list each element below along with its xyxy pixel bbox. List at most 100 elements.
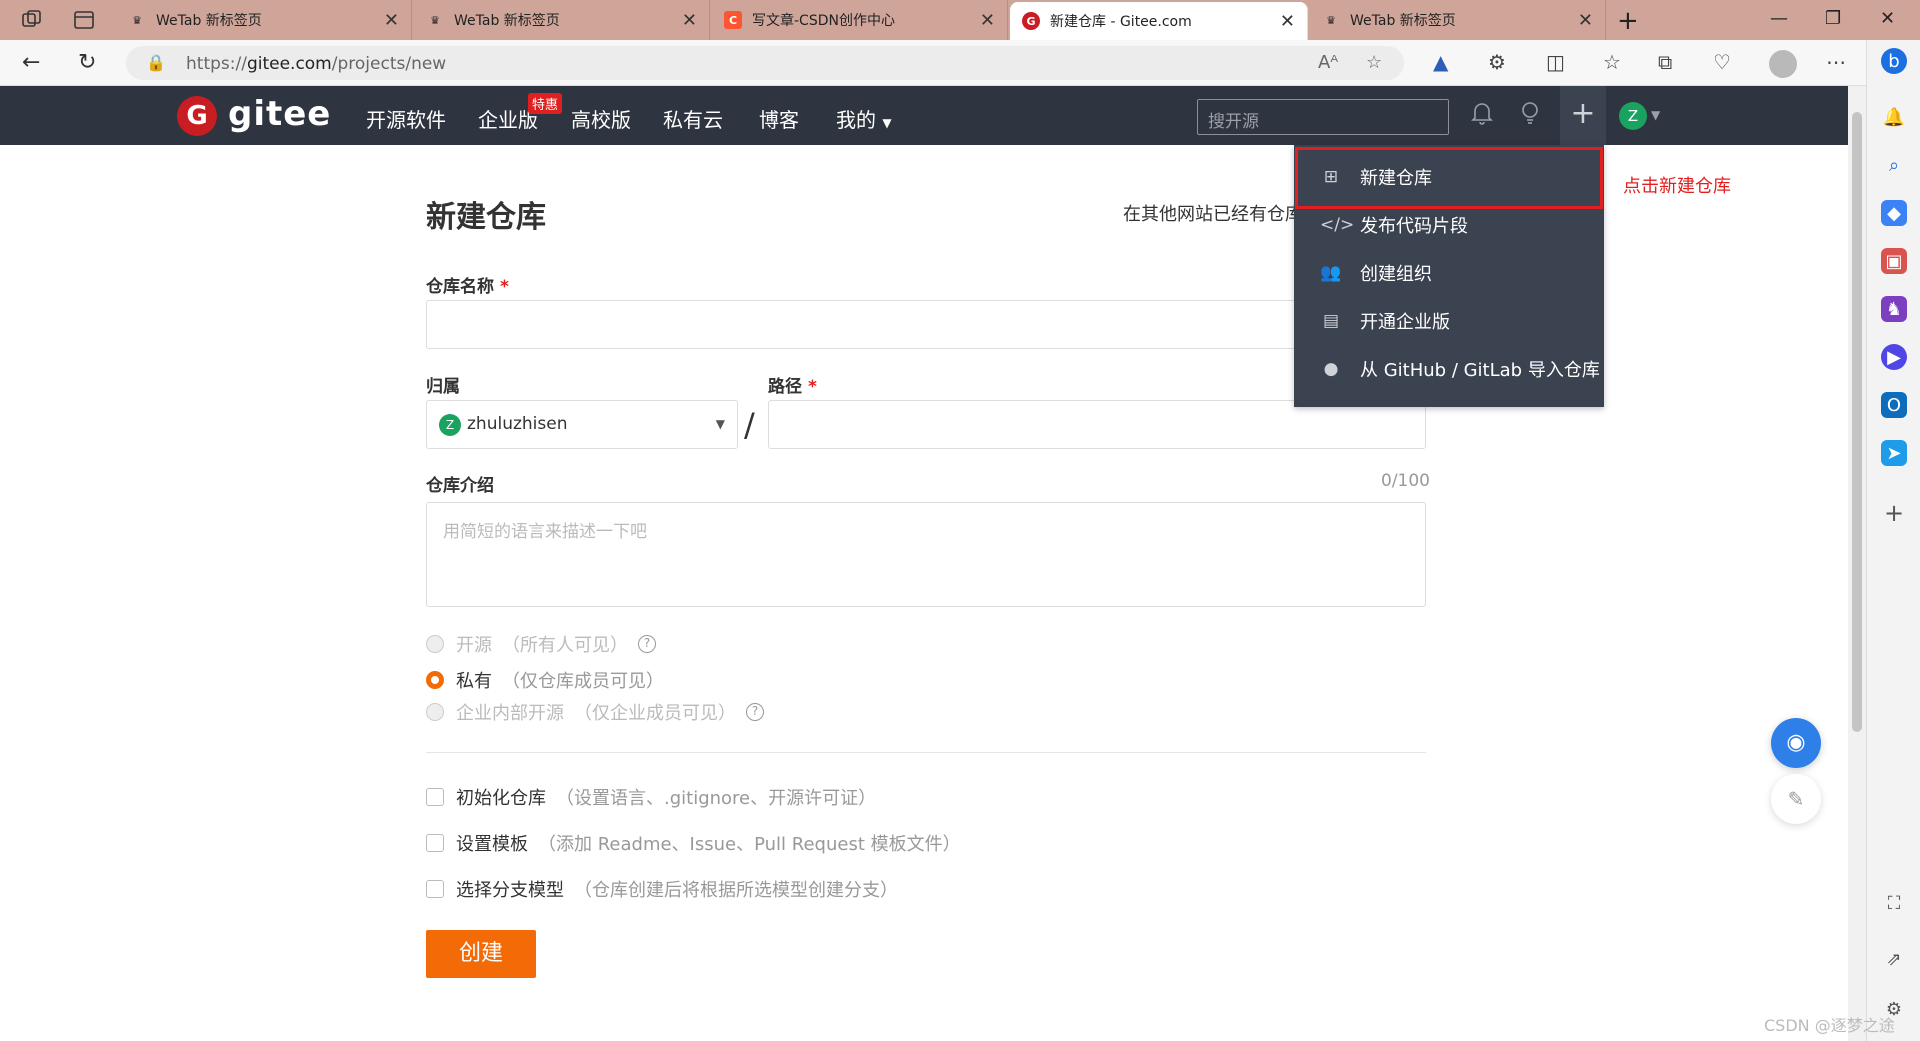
address-bar[interactable]: 🔒 https://gitee.com/projects/new Aᴬ ☆: [126, 46, 1404, 80]
visibility-internal[interactable]: 企业内部开源 （仅企业成员可见） ?: [426, 699, 764, 725]
visibility-public[interactable]: 开源 （所有人可见） ?: [426, 631, 656, 657]
radio-button-selected[interactable]: [426, 671, 444, 689]
checkbox-label: 选择分支模型: [456, 880, 564, 901]
browser-tab[interactable]: ♛ WeTab 新标签页 ✕: [1310, 0, 1606, 40]
minimize-icon[interactable]: —: [1770, 8, 1788, 29]
nav-education[interactable]: 高校版: [571, 104, 631, 133]
checkbox[interactable]: [426, 788, 444, 806]
tools-icon[interactable]: ▣: [1881, 248, 1907, 274]
page-scrollbar[interactable]: [1848, 86, 1866, 1041]
favorite-star-icon[interactable]: ☆: [1366, 52, 1382, 73]
intro-textarea[interactable]: 用简短的语言来描述一下吧: [426, 502, 1426, 607]
bing-copilot-icon[interactable]: b: [1881, 48, 1907, 74]
highlight-box: [1295, 147, 1603, 209]
notification-bell-icon[interactable]: 🔔: [1881, 104, 1907, 130]
screenshot-icon[interactable]: ⛶: [1881, 890, 1907, 916]
plus-menu-button[interactable]: +: [1560, 86, 1606, 145]
outlook-icon[interactable]: O: [1881, 392, 1907, 418]
browser-toolbar: ← ↻ 🔒 https://gitee.com/projects/new Aᴬ …: [0, 40, 1920, 86]
option-init-repo[interactable]: 初始化仓库 （设置语言、.gitignore、开源许可证）: [426, 784, 876, 810]
repo-name-input[interactable]: [426, 300, 1426, 349]
nav-opensource[interactable]: 开源软件: [366, 104, 446, 133]
nav-private-cloud[interactable]: 私有云: [663, 104, 723, 133]
copilot-app-icon[interactable]: ▶: [1881, 344, 1907, 370]
scrollbar-thumb[interactable]: [1852, 112, 1862, 732]
favorites-icon[interactable]: ☆: [1603, 50, 1621, 74]
option-branch-model[interactable]: 选择分支模型 （仓库创建后将根据所选模型创建分支）: [426, 876, 898, 902]
annotation-text: 点击新建仓库: [1623, 176, 1731, 197]
extensions-puzzle-icon[interactable]: ⚙: [1488, 50, 1506, 74]
new-tab-icon[interactable]: +: [1617, 6, 1639, 36]
create-button[interactable]: 创建: [426, 930, 536, 978]
add-sidebar-app-icon[interactable]: +: [1881, 499, 1907, 527]
intro-label: 仓库介绍: [426, 476, 494, 496]
drop-icon[interactable]: ➤: [1881, 440, 1907, 466]
split-screen-icon[interactable]: ◫: [1546, 50, 1565, 74]
lightbulb-icon[interactable]: [1518, 100, 1542, 132]
gitee-logo-text[interactable]: gitee: [228, 94, 331, 134]
search-icon[interactable]: ⌕: [1881, 152, 1907, 178]
menu-create-org[interactable]: 👥 创建组织: [1294, 249, 1604, 297]
owner-select[interactable]: Z zhuluzhisen ▼: [426, 400, 738, 449]
nav-mine[interactable]: 我的 ▼: [836, 104, 892, 133]
radio-button[interactable]: [426, 635, 444, 653]
read-aloud-icon[interactable]: Aᴬ: [1318, 52, 1338, 73]
close-icon[interactable]: ✕: [980, 10, 995, 31]
help-icon[interactable]: ?: [746, 703, 764, 721]
checkbox-label: 初始化仓库: [456, 788, 546, 809]
github-icon: ●: [1323, 359, 1339, 379]
code-icon: </>: [1320, 215, 1355, 235]
browser-tab[interactable]: C 写文章-CSDN创作中心 ✕: [712, 0, 1008, 40]
gitee-logo-icon[interactable]: G: [177, 96, 217, 136]
import-link[interactable]: 在其他网站已经有仓库: [1123, 200, 1303, 226]
wetab-icon: ♛: [132, 13, 142, 27]
menu-enterprise[interactable]: ▤ 开通企业版: [1294, 297, 1604, 345]
close-icon[interactable]: ✕: [1578, 10, 1593, 31]
tab-actions-icon[interactable]: [72, 8, 96, 32]
assistant-float-button[interactable]: ◉: [1771, 718, 1821, 768]
workspaces-icon[interactable]: [20, 8, 44, 32]
tab-title: 新建仓库 - Gitee.com: [1050, 14, 1192, 30]
back-icon[interactable]: ←: [22, 50, 40, 75]
close-icon[interactable]: ✕: [682, 10, 697, 31]
path-separator: /: [744, 406, 755, 444]
close-icon[interactable]: ✕: [384, 10, 399, 31]
more-menu-icon[interactable]: ⋯: [1826, 50, 1846, 74]
user-avatar[interactable]: Z: [1619, 102, 1647, 130]
feedback-float-button[interactable]: ✎: [1771, 774, 1821, 824]
help-icon[interactable]: ?: [638, 635, 656, 653]
performance-icon[interactable]: ♡: [1713, 50, 1731, 74]
open-external-icon[interactable]: ⇗: [1881, 946, 1907, 972]
browser-tab[interactable]: ♛ WeTab 新标签页 ✕: [414, 0, 710, 40]
browser-tab[interactable]: ♛ WeTab 新标签页 ✕: [116, 0, 412, 40]
nav-blog[interactable]: 博客: [759, 104, 799, 133]
extension-icon[interactable]: ▲: [1433, 50, 1448, 74]
owner-name: zhuluzhisen: [467, 414, 568, 434]
radio-hint: （仅仓库成员可见）: [502, 671, 664, 692]
gitee-header: G gitee 开源软件 企业版 特惠 高校版 私有云 博客 我的 ▼ 搜开源 …: [0, 86, 1848, 145]
close-icon[interactable]: ✕: [1280, 11, 1295, 32]
profile-avatar[interactable]: [1769, 50, 1797, 78]
search-input[interactable]: 搜开源: [1197, 99, 1449, 135]
tab-title: 写文章-CSDN创作中心: [752, 13, 895, 29]
caret-down-icon[interactable]: ▼: [1651, 108, 1660, 122]
menu-label: 发布代码片段: [1360, 216, 1468, 237]
collections-icon[interactable]: ⧉: [1658, 50, 1672, 74]
option-template[interactable]: 设置模板 （添加 Readme、Issue、Pull Request 模板文件）: [426, 830, 961, 856]
window-close-icon[interactable]: ✕: [1880, 8, 1895, 29]
refresh-icon[interactable]: ↻: [78, 50, 96, 75]
path-input[interactable]: [768, 400, 1426, 449]
checkbox[interactable]: [426, 834, 444, 852]
visibility-private[interactable]: 私有 （仅仓库成员可见）: [426, 667, 664, 693]
games-icon[interactable]: ♞: [1881, 296, 1907, 322]
checkbox[interactable]: [426, 880, 444, 898]
restore-icon[interactable]: ❐: [1825, 8, 1841, 29]
browser-tab-active[interactable]: G 新建仓库 - Gitee.com ✕: [1010, 2, 1308, 40]
menu-import-repo[interactable]: ● 从 GitHub / GitLab 导入仓库: [1294, 345, 1604, 393]
bell-icon[interactable]: [1470, 100, 1494, 132]
owner-label: 归属: [426, 377, 460, 397]
radio-button[interactable]: [426, 703, 444, 721]
radio-label: 私有: [456, 671, 492, 692]
checkbox-hint: （设置语言、.gitignore、开源许可证）: [556, 788, 877, 809]
shopping-tag-icon[interactable]: ◆: [1881, 200, 1907, 226]
